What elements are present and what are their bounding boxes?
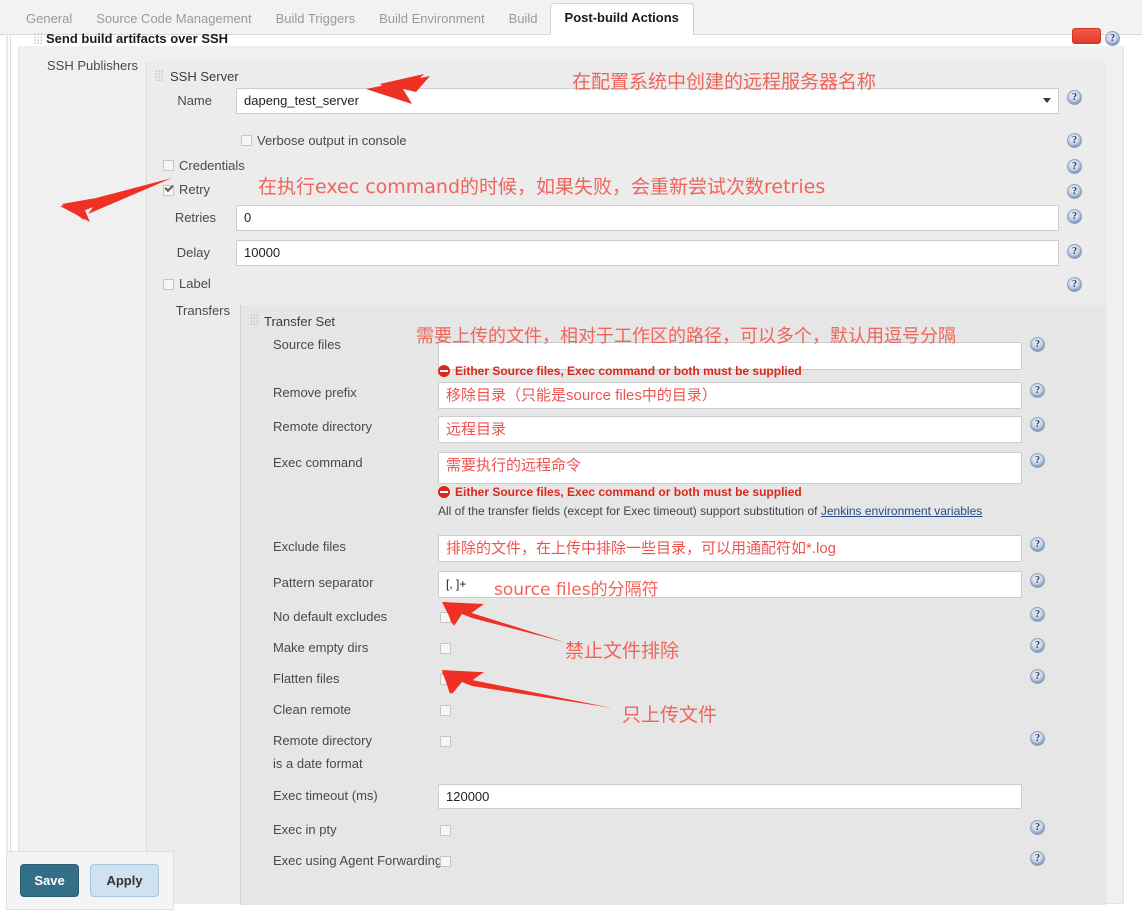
help-icon-verbose[interactable]: ?	[1067, 133, 1082, 148]
help-icon-name[interactable]: ?	[1067, 90, 1082, 105]
label-checkbox[interactable]	[163, 279, 174, 290]
annotation-flatten-files: 只上传文件	[622, 704, 718, 726]
exec-agent-forwarding-label: Exec using Agent Forwarding	[273, 853, 443, 868]
help-icon-pattern-separator[interactable]: ?	[1030, 573, 1045, 588]
delete-publisher-button[interactable]	[1072, 28, 1101, 44]
retries-label: Retries	[174, 210, 216, 225]
annotation-retry: 在执行exec command的时候，如果失败，会重新尝试次数retries	[258, 176, 826, 198]
chevron-down-icon	[1043, 98, 1051, 103]
section-drag-handle-icon[interactable]	[34, 33, 43, 45]
exec-command-error: Either Source files, Exec command or bot…	[438, 485, 802, 499]
tab-general[interactable]: General	[14, 5, 84, 34]
flatten-files-label: Flatten files	[273, 671, 340, 686]
exec-in-pty-label: Exec in pty	[273, 822, 337, 837]
verbose-output-label: Verbose output in console	[257, 133, 407, 148]
tab-build-triggers[interactable]: Build Triggers	[264, 5, 367, 34]
page-title: Send build artifacts over SSH	[46, 31, 229, 46]
error-icon	[438, 486, 450, 498]
left-rail-secondary	[10, 34, 11, 910]
delay-label: Delay	[176, 245, 210, 260]
ssh-server-name-value: dapeng_test_server	[244, 93, 359, 108]
tab-build[interactable]: Build	[497, 5, 550, 34]
help-icon-source-files[interactable]: ?	[1030, 337, 1045, 352]
remote-dir-date-format-checkbox[interactable]	[440, 736, 451, 747]
clean-remote-label: Clean remote	[273, 702, 352, 717]
exec-in-pty-checkbox[interactable]	[440, 825, 451, 836]
exec-agent-forwarding-checkbox[interactable]	[440, 856, 451, 867]
source-files-label: Source files	[273, 337, 341, 352]
source-files-error-text: Either Source files, Exec command or bot…	[455, 364, 802, 378]
annotation-source-files: 需要上传的文件，相对于工作区的路径，可以多个，默认用逗号分隔	[416, 326, 956, 347]
substitution-note-text: All of the transfer fields (except for E…	[438, 504, 821, 518]
transfers-label: Transfers	[175, 303, 230, 318]
retry-checkbox[interactable]	[163, 185, 174, 196]
exclude-files-label: Exclude files	[273, 539, 346, 554]
exec-command-label: Exec command	[273, 455, 363, 470]
help-icon-make-empty-dirs[interactable]: ?	[1030, 638, 1045, 653]
no-default-excludes-checkbox[interactable]	[440, 612, 451, 623]
left-rail	[6, 34, 8, 910]
remote-dir-date-format-label-line2: is a date format	[273, 756, 363, 771]
save-button[interactable]: Save	[20, 864, 79, 897]
tab-post-build-actions[interactable]: Post-build Actions	[549, 3, 694, 35]
annotation-no-default-excludes: 禁止文件排除	[565, 640, 680, 662]
substitution-note: All of the transfer fields (except for E…	[438, 504, 982, 518]
delay-input[interactable]: 10000	[236, 240, 1059, 266]
exec-command-error-text: Either Source files, Exec command or bot…	[455, 485, 802, 499]
credentials-checkbox[interactable]	[163, 160, 174, 171]
exec-command-textarea[interactable]: 需要执行的远程命令	[438, 452, 1022, 484]
help-icon-exclude-files[interactable]: ?	[1030, 537, 1045, 552]
transfer-set-title: Transfer Set	[264, 314, 336, 329]
help-icon-exec-command[interactable]: ?	[1030, 453, 1045, 468]
help-icon-delay[interactable]: ?	[1067, 244, 1082, 259]
remote-dir-date-format-label-line1: Remote directory	[273, 733, 372, 748]
verbose-output-checkbox[interactable]	[241, 135, 252, 146]
retries-input[interactable]: 0	[236, 205, 1059, 231]
flatten-files-checkbox[interactable]	[440, 674, 451, 685]
exclude-files-input[interactable]: 排除的文件，在上传中排除一些目录，可以用通配符如*.log	[438, 535, 1022, 562]
clean-remote-checkbox[interactable]	[440, 705, 451, 716]
source-files-error: Either Source files, Exec command or bot…	[438, 364, 802, 378]
annotation-server-name: 在配置系统中创建的远程服务器名称	[572, 71, 877, 93]
remote-directory-input[interactable]: 远程目录	[438, 416, 1022, 443]
no-default-excludes-label: No default excludes	[273, 609, 388, 624]
name-label: Name	[177, 93, 212, 108]
error-icon	[438, 365, 450, 377]
help-icon-flatten-files[interactable]: ?	[1030, 669, 1045, 684]
help-icon-credentials[interactable]: ?	[1067, 159, 1082, 174]
help-icon-retry[interactable]: ?	[1067, 184, 1082, 199]
help-icon-remove-prefix[interactable]: ?	[1030, 383, 1045, 398]
make-empty-dirs-label: Make empty dirs	[273, 640, 369, 655]
config-tab-bar: General Source Code Management Build Tri…	[0, 0, 1142, 35]
remove-prefix-input[interactable]: 移除目录（只能是source files中的目录）	[438, 382, 1022, 409]
help-icon-section[interactable]: ?	[1105, 31, 1120, 46]
ssh-server-title: SSH Server	[170, 69, 239, 84]
jenkins-env-variables-link[interactable]: Jenkins environment variables	[821, 504, 982, 518]
ssh-publishers-label: SSH Publishers	[47, 58, 139, 73]
apply-button[interactable]: Apply	[90, 864, 159, 897]
help-icon-exec-in-pty[interactable]: ?	[1030, 820, 1045, 835]
remove-prefix-label: Remove prefix	[273, 385, 357, 400]
make-empty-dirs-checkbox[interactable]	[440, 643, 451, 654]
exec-timeout-label: Exec timeout (ms)	[273, 788, 378, 803]
help-icon-remote-directory[interactable]: ?	[1030, 417, 1045, 432]
tab-source-code-management[interactable]: Source Code Management	[84, 5, 263, 34]
annotation-pattern-separator: source files的分隔符	[494, 580, 659, 600]
help-icon-retries[interactable]: ?	[1067, 209, 1082, 224]
pattern-separator-label: Pattern separator	[273, 575, 374, 590]
tab-build-environment[interactable]: Build Environment	[367, 5, 497, 34]
exec-timeout-input[interactable]: 120000	[438, 784, 1022, 809]
ssh-server-drag-handle-icon[interactable]	[155, 70, 164, 82]
transfer-set-drag-handle-icon[interactable]	[250, 314, 259, 326]
retry-label: Retry	[179, 182, 211, 197]
help-icon-exec-agent-forwarding[interactable]: ?	[1030, 851, 1045, 866]
remote-directory-label: Remote directory	[273, 419, 372, 434]
credentials-label: Credentials	[179, 158, 245, 173]
label-label: Label	[179, 276, 211, 291]
help-icon-label[interactable]: ?	[1067, 277, 1082, 292]
jenkins-post-build-config-page: General Source Code Management Build Tri…	[0, 0, 1142, 910]
help-icon-remote-dir-date-format[interactable]: ?	[1030, 731, 1045, 746]
help-icon-no-default-excludes[interactable]: ?	[1030, 607, 1045, 622]
